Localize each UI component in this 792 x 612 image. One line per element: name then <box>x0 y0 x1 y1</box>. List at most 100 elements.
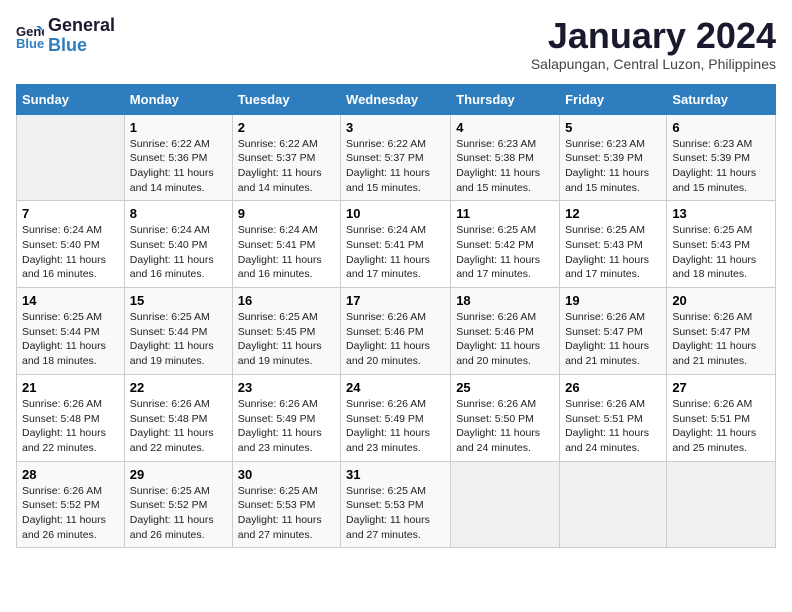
weekday-header-row: SundayMondayTuesdayWednesdayThursdayFrid… <box>17 84 776 114</box>
day-info: Sunrise: 6:26 AM Sunset: 5:49 PM Dayligh… <box>238 397 335 456</box>
day-info: Sunrise: 6:22 AM Sunset: 5:36 PM Dayligh… <box>130 137 227 196</box>
day-info: Sunrise: 6:26 AM Sunset: 5:47 PM Dayligh… <box>672 310 770 369</box>
calendar-cell: 27 Sunrise: 6:26 AM Sunset: 5:51 PM Dayli… <box>667 374 776 461</box>
weekday-header-cell: Monday <box>124 84 232 114</box>
day-info: Sunrise: 6:26 AM Sunset: 5:50 PM Dayligh… <box>456 397 554 456</box>
day-number: 13 <box>672 206 770 221</box>
calendar-cell <box>560 461 667 548</box>
day-number: 14 <box>22 293 119 308</box>
day-info: Sunrise: 6:25 AM Sunset: 5:42 PM Dayligh… <box>456 223 554 282</box>
weekday-header-cell: Wednesday <box>341 84 451 114</box>
day-info: Sunrise: 6:25 AM Sunset: 5:52 PM Dayligh… <box>130 484 227 543</box>
day-number: 4 <box>456 120 554 135</box>
weekday-header-cell: Sunday <box>17 84 125 114</box>
calendar-cell <box>17 114 125 201</box>
day-info: Sunrise: 6:23 AM Sunset: 5:39 PM Dayligh… <box>672 137 770 196</box>
day-number: 12 <box>565 206 661 221</box>
day-info: Sunrise: 6:25 AM Sunset: 5:53 PM Dayligh… <box>346 484 445 543</box>
day-info: Sunrise: 6:22 AM Sunset: 5:37 PM Dayligh… <box>346 137 445 196</box>
day-number: 6 <box>672 120 770 135</box>
calendar-cell: 31 Sunrise: 6:25 AM Sunset: 5:53 PM Dayli… <box>341 461 451 548</box>
calendar-cell: 6 Sunrise: 6:23 AM Sunset: 5:39 PM Daylig… <box>667 114 776 201</box>
day-number: 2 <box>238 120 335 135</box>
calendar-cell: 2Sunrise: 6:22 AM Sunset: 5:37 PM Daylig… <box>232 114 340 201</box>
day-info: Sunrise: 6:23 AM Sunset: 5:38 PM Dayligh… <box>456 137 554 196</box>
day-info: Sunrise: 6:26 AM Sunset: 5:52 PM Dayligh… <box>22 484 119 543</box>
day-number: 23 <box>238 380 335 395</box>
weekday-header-cell: Tuesday <box>232 84 340 114</box>
calendar-cell <box>667 461 776 548</box>
calendar-cell: 8Sunrise: 6:24 AM Sunset: 5:40 PM Daylig… <box>124 201 232 288</box>
day-number: 17 <box>346 293 445 308</box>
calendar-cell: 24 Sunrise: 6:26 AM Sunset: 5:49 PM Dayli… <box>341 374 451 461</box>
day-number: 10 <box>346 206 445 221</box>
day-info: Sunrise: 6:24 AM Sunset: 5:41 PM Dayligh… <box>346 223 445 282</box>
logo-text: General Blue <box>48 16 115 56</box>
day-info: Sunrise: 6:25 AM Sunset: 5:43 PM Dayligh… <box>565 223 661 282</box>
title-block: January 2024 Salapungan, Central Luzon, … <box>531 16 776 72</box>
calendar-cell: 14 Sunrise: 6:25 AM Sunset: 5:44 PM Dayli… <box>17 288 125 375</box>
day-number: 19 <box>565 293 661 308</box>
day-number: 31 <box>346 467 445 482</box>
calendar-cell: 22 Sunrise: 6:26 AM Sunset: 5:48 PM Dayli… <box>124 374 232 461</box>
svg-text:Blue: Blue <box>16 36 44 50</box>
calendar-cell: 19 Sunrise: 6:26 AM Sunset: 5:47 PM Dayli… <box>560 288 667 375</box>
calendar-cell: 25 Sunrise: 6:26 AM Sunset: 5:50 PM Dayli… <box>451 374 560 461</box>
day-info: Sunrise: 6:26 AM Sunset: 5:46 PM Dayligh… <box>346 310 445 369</box>
day-number: 29 <box>130 467 227 482</box>
day-info: Sunrise: 6:26 AM Sunset: 5:48 PM Dayligh… <box>130 397 227 456</box>
calendar-cell: 18 Sunrise: 6:26 AM Sunset: 5:46 PM Dayli… <box>451 288 560 375</box>
calendar-week-row: 14 Sunrise: 6:25 AM Sunset: 5:44 PM Dayli… <box>17 288 776 375</box>
calendar-cell: 29 Sunrise: 6:25 AM Sunset: 5:52 PM Dayli… <box>124 461 232 548</box>
day-number: 25 <box>456 380 554 395</box>
day-info: Sunrise: 6:26 AM Sunset: 5:51 PM Dayligh… <box>672 397 770 456</box>
calendar-cell: 4 Sunrise: 6:23 AM Sunset: 5:38 PM Daylig… <box>451 114 560 201</box>
day-info: Sunrise: 6:25 AM Sunset: 5:44 PM Dayligh… <box>130 310 227 369</box>
day-number: 18 <box>456 293 554 308</box>
day-number: 3 <box>346 120 445 135</box>
calendar-cell: 5 Sunrise: 6:23 AM Sunset: 5:39 PM Daylig… <box>560 114 667 201</box>
calendar-week-row: 1Sunrise: 6:22 AM Sunset: 5:36 PM Daylig… <box>17 114 776 201</box>
day-number: 20 <box>672 293 770 308</box>
day-info: Sunrise: 6:24 AM Sunset: 5:40 PM Dayligh… <box>130 223 227 282</box>
day-number: 15 <box>130 293 227 308</box>
calendar-cell: 11 Sunrise: 6:25 AM Sunset: 5:42 PM Dayli… <box>451 201 560 288</box>
day-number: 26 <box>565 380 661 395</box>
calendar-body: 1Sunrise: 6:22 AM Sunset: 5:36 PM Daylig… <box>17 114 776 548</box>
calendar-cell: 15 Sunrise: 6:25 AM Sunset: 5:44 PM Dayli… <box>124 288 232 375</box>
day-number: 21 <box>22 380 119 395</box>
day-number: 24 <box>346 380 445 395</box>
calendar-cell: 7Sunrise: 6:24 AM Sunset: 5:40 PM Daylig… <box>17 201 125 288</box>
day-number: 30 <box>238 467 335 482</box>
day-info: Sunrise: 6:26 AM Sunset: 5:49 PM Dayligh… <box>346 397 445 456</box>
day-info: Sunrise: 6:26 AM Sunset: 5:48 PM Dayligh… <box>22 397 119 456</box>
calendar-table: SundayMondayTuesdayWednesdayThursdayFrid… <box>16 84 776 549</box>
calendar-cell: 28 Sunrise: 6:26 AM Sunset: 5:52 PM Dayli… <box>17 461 125 548</box>
calendar-cell: 21 Sunrise: 6:26 AM Sunset: 5:48 PM Dayli… <box>17 374 125 461</box>
day-number: 16 <box>238 293 335 308</box>
day-number: 11 <box>456 206 554 221</box>
day-info: Sunrise: 6:25 AM Sunset: 5:43 PM Dayligh… <box>672 223 770 282</box>
day-number: 27 <box>672 380 770 395</box>
day-info: Sunrise: 6:26 AM Sunset: 5:46 PM Dayligh… <box>456 310 554 369</box>
day-info: Sunrise: 6:23 AM Sunset: 5:39 PM Dayligh… <box>565 137 661 196</box>
calendar-cell: 3 Sunrise: 6:22 AM Sunset: 5:37 PM Daylig… <box>341 114 451 201</box>
day-number: 7 <box>22 206 119 221</box>
day-number: 9 <box>238 206 335 221</box>
day-info: Sunrise: 6:26 AM Sunset: 5:47 PM Dayligh… <box>565 310 661 369</box>
calendar-cell: 20 Sunrise: 6:26 AM Sunset: 5:47 PM Dayli… <box>667 288 776 375</box>
page-header: General Blue General Blue January 2024 S… <box>16 16 776 72</box>
day-info: Sunrise: 6:25 AM Sunset: 5:53 PM Dayligh… <box>238 484 335 543</box>
calendar-cell: 1Sunrise: 6:22 AM Sunset: 5:36 PM Daylig… <box>124 114 232 201</box>
day-number: 28 <box>22 467 119 482</box>
month-title: January 2024 <box>531 16 776 56</box>
calendar-cell: 16 Sunrise: 6:25 AM Sunset: 5:45 PM Dayli… <box>232 288 340 375</box>
day-info: Sunrise: 6:25 AM Sunset: 5:44 PM Dayligh… <box>22 310 119 369</box>
weekday-header-cell: Thursday <box>451 84 560 114</box>
calendar-cell: 12 Sunrise: 6:25 AM Sunset: 5:43 PM Dayli… <box>560 201 667 288</box>
day-info: Sunrise: 6:25 AM Sunset: 5:45 PM Dayligh… <box>238 310 335 369</box>
day-number: 22 <box>130 380 227 395</box>
day-number: 5 <box>565 120 661 135</box>
logo-icon: General Blue <box>16 22 44 50</box>
calendar-week-row: 28 Sunrise: 6:26 AM Sunset: 5:52 PM Dayli… <box>17 461 776 548</box>
